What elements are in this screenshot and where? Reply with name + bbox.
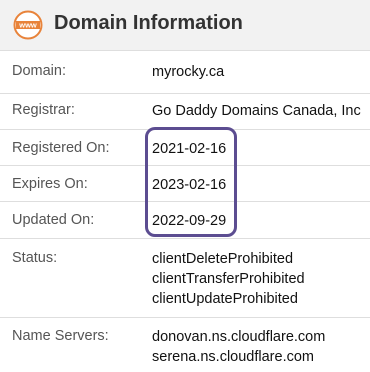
row-name-servers: Name Servers: donovan.ns.cloudflare.com … (0, 318, 370, 372)
status-value: clientDeleteProhibited (152, 251, 294, 267)
registrar-value: Go Daddy Domains Canada, Inc (152, 103, 361, 119)
name-server-value: serena.ns.cloudflare.com (152, 349, 314, 365)
row-registrar: Registrar: Go Daddy Domains Canada, Inc (0, 94, 370, 130)
registrar-label: Registrar: (12, 102, 75, 118)
updated-on-label: Updated On: (12, 212, 95, 228)
row-domain: Domain: myrocky.ca (0, 51, 370, 94)
status-label: Status: (12, 250, 58, 266)
status-value: clientTransferProhibited (152, 271, 305, 287)
www-icon: www (13, 10, 43, 40)
domain-information-card: www Domain Information Domain: myrocky.c… (0, 0, 370, 372)
expires-on-label: Expires On: (12, 176, 88, 192)
name-server-value: donovan.ns.cloudflare.com (152, 329, 326, 345)
domain-value: myrocky.ca (152, 64, 225, 80)
status-value: clientUpdateProhibited (152, 291, 298, 307)
svg-text:www: www (18, 21, 37, 30)
registered-on-label: Registered On: (12, 140, 110, 156)
status-values: clientDeleteProhibited clientTransferPro… (152, 249, 305, 309)
dates-highlight-box (145, 127, 237, 237)
page-title: Domain Information (54, 12, 243, 34)
name-servers-values: donovan.ns.cloudflare.com serena.ns.clou… (152, 327, 325, 367)
name-servers-label: Name Servers: (12, 328, 109, 344)
row-status: Status: clientDeleteProhibited clientTra… (0, 239, 370, 318)
card-header: www Domain Information (0, 0, 370, 51)
domain-label: Domain: (12, 63, 66, 79)
